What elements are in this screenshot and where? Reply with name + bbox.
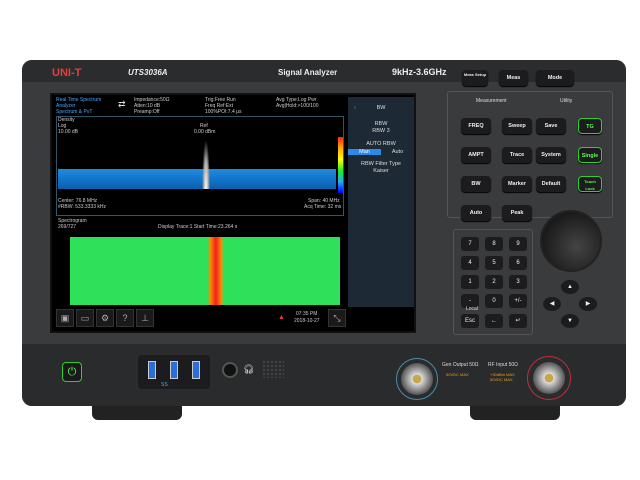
numpad-key[interactable]: 4 bbox=[461, 256, 479, 270]
auto-toggle[interactable]: Auto bbox=[381, 149, 414, 155]
bottom-toolbar: ▣ ▭ ⚙ ? ⊥ ▲ 07:35 PM 2018-10-27 ⤡ bbox=[56, 309, 414, 331]
numpad-key[interactable]: 7 bbox=[461, 237, 479, 251]
time: 07:35 PM bbox=[296, 311, 318, 317]
signal-peak bbox=[202, 139, 210, 189]
man-toggle[interactable]: Man bbox=[348, 149, 381, 155]
single-button[interactable]: Single bbox=[578, 147, 602, 163]
date: 2018-10-27 bbox=[294, 318, 320, 324]
back-icon[interactable]: ‹ bbox=[354, 105, 356, 111]
numpad-key[interactable]: 0 bbox=[485, 294, 503, 308]
freq-button[interactable]: FREQ bbox=[461, 118, 491, 134]
power-button[interactable]: ⏻ bbox=[62, 362, 82, 382]
preamp: Preamp:Off bbox=[134, 109, 160, 115]
arrow-down-key[interactable]: ▼ bbox=[561, 314, 579, 328]
save-button[interactable]: Save bbox=[536, 118, 566, 134]
folder-icon[interactable]: ▭ bbox=[76, 309, 94, 327]
meas-button[interactable]: Meas bbox=[499, 70, 528, 86]
utility-label: Utility bbox=[560, 98, 573, 104]
numpad-key[interactable]: 9 bbox=[509, 237, 527, 251]
spectrogram-window[interactable] bbox=[56, 227, 344, 307]
usb-ss-label: SS bbox=[161, 382, 168, 388]
rf-input-warning: +30dBm MAX 50VDC MAX bbox=[490, 372, 515, 382]
filter-type-label[interactable]: RBW Filter Type bbox=[348, 161, 414, 167]
auto-button[interactable]: Auto bbox=[461, 205, 491, 221]
help-icon[interactable]: ? bbox=[116, 309, 134, 327]
usb-port-3[interactable] bbox=[192, 361, 200, 379]
avg-hold: Avg|Hold:>100/100 bbox=[276, 103, 319, 109]
system-button[interactable]: System bbox=[536, 147, 566, 163]
color-scale-bar bbox=[338, 137, 343, 193]
fullscreen-icon[interactable]: ⤡ bbox=[328, 309, 346, 327]
freq-range-label: 9kHz-3.6GHz bbox=[392, 67, 447, 77]
headphone-icon: 🎧︎ bbox=[243, 364, 255, 374]
arrow-left-key[interactable]: ◀ bbox=[543, 297, 561, 311]
rotary-knob[interactable] bbox=[540, 210, 602, 272]
tg-button[interactable]: TG bbox=[578, 118, 602, 134]
brand-logo: UNI-T bbox=[52, 67, 82, 79]
ampt-button[interactable]: AMPT bbox=[461, 147, 491, 163]
softkey-menu: ‹ BW RBW RBW 3 AUTO RBW Man Auto RBW Filt… bbox=[348, 97, 414, 307]
numpad-key[interactable]: 8 bbox=[485, 237, 503, 251]
esc-key[interactable]: Esc bbox=[461, 314, 479, 328]
rf-input-connector[interactable] bbox=[533, 362, 565, 394]
gen-output-label: Gen Output 50Ω bbox=[442, 362, 479, 368]
numpad-key[interactable]: 3 bbox=[509, 275, 527, 289]
ref-value: 0.00 dBm bbox=[194, 129, 216, 135]
screenshot-icon[interactable]: ▣ bbox=[56, 309, 74, 327]
acq-time: Acq Time: 32 ms bbox=[304, 204, 342, 210]
headphone-jack[interactable] bbox=[222, 362, 238, 378]
marker-button[interactable]: Marker bbox=[502, 176, 532, 192]
sweep-button[interactable]: Sweep bbox=[502, 118, 532, 134]
measurement-label: Measurement bbox=[476, 98, 507, 104]
numpad-key[interactable]: 1 bbox=[461, 275, 479, 289]
mode-line-3: Spectrum & PvT bbox=[56, 109, 93, 115]
numpad-key[interactable]: +/- bbox=[509, 294, 527, 308]
rbw-readout: #RBW: 533.3333 kHz bbox=[58, 204, 106, 210]
rf-input-label: RF Input 50Ω bbox=[488, 362, 518, 368]
auto-rbw-label: AUTO RBW bbox=[366, 141, 396, 147]
meas-setup-button[interactable]: Meas Setup bbox=[462, 70, 488, 86]
gen-output-connector[interactable] bbox=[401, 363, 433, 395]
swap-icon[interactable]: ⇄ bbox=[118, 99, 126, 110]
usb-port-2[interactable] bbox=[170, 361, 178, 379]
menu-back[interactable]: ‹ BW bbox=[348, 105, 414, 111]
enter-key[interactable]: ↵ bbox=[509, 314, 527, 328]
warning-icon: ▲ bbox=[278, 314, 285, 321]
spectrum-density-plot bbox=[58, 139, 336, 189]
arrow-up-key[interactable]: ▲ bbox=[561, 280, 579, 294]
peak-button[interactable]: Peak bbox=[502, 205, 532, 221]
mode-button[interactable]: Mode bbox=[536, 70, 574, 86]
type-label: Signal Analyzer bbox=[278, 68, 338, 77]
speaker-grille bbox=[262, 360, 284, 378]
rbw-menu-label[interactable]: RBW bbox=[348, 121, 414, 127]
gear-icon[interactable]: ⚙ bbox=[96, 309, 114, 327]
default-button[interactable]: Default bbox=[536, 176, 566, 192]
gen-output-warning: 50VDC MAX bbox=[446, 372, 469, 377]
numpad-key[interactable]: 2 bbox=[485, 275, 503, 289]
filter-type-value[interactable]: Kaiser bbox=[348, 168, 414, 174]
trace-button[interactable]: Trace bbox=[502, 147, 532, 163]
touch-screen[interactable]: Real Time Spectrum Analyzer Spectrum & P… bbox=[50, 93, 416, 333]
menu-title: BW bbox=[376, 105, 386, 111]
model-label: UTS3036A bbox=[128, 68, 168, 77]
numpad-key[interactable]: 6 bbox=[509, 256, 527, 270]
stamp-icon[interactable]: ⊥ bbox=[136, 309, 154, 327]
div: 10.00 dB bbox=[58, 129, 79, 135]
spectrogram-plot bbox=[70, 237, 340, 305]
numpad-key[interactable]: 5 bbox=[485, 256, 503, 270]
usb-port-1[interactable] bbox=[148, 361, 156, 379]
touch-lock-button[interactable]: Touch Lock bbox=[578, 176, 602, 192]
arrow-right-key[interactable]: ▶ bbox=[579, 297, 597, 311]
backspace-key[interactable]: ← bbox=[485, 314, 503, 328]
bw-button[interactable]: BW bbox=[461, 176, 491, 192]
rbw-menu-value[interactable]: RBW 3 bbox=[348, 128, 414, 134]
poi: 100%POI:7.4 μs bbox=[205, 109, 242, 115]
local-label: Local bbox=[466, 306, 478, 312]
